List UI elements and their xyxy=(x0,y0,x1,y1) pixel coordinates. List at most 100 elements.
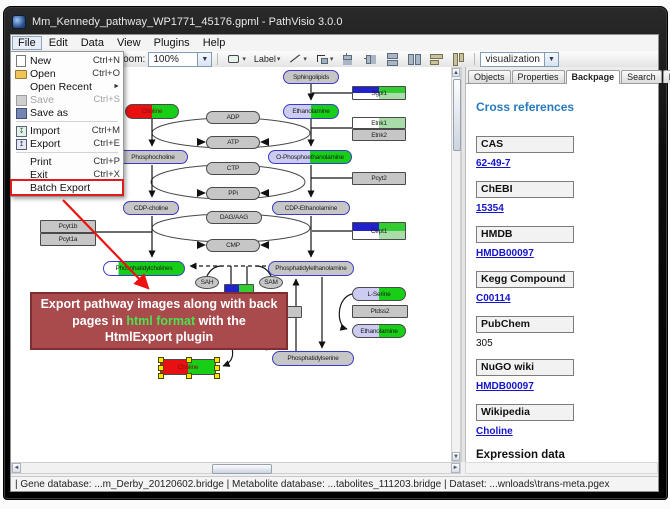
selection-handle[interactable] xyxy=(158,365,164,371)
pathway-node-sgpl1[interactable]: Sgpl1 xyxy=(352,86,406,100)
menu-plugins[interactable]: Plugins xyxy=(148,36,196,50)
tab-search[interactable]: Search xyxy=(621,70,662,83)
selection-handle[interactable] xyxy=(186,373,192,379)
label-tool-label: Label xyxy=(254,54,276,64)
file-menu-item-open[interactable]: OpenCtrl+O xyxy=(12,67,122,80)
menu-edit[interactable]: Edit xyxy=(43,36,74,50)
xref-link[interactable]: HMDB00097 xyxy=(476,381,534,392)
pathway-node-choline[interactable]: Choline xyxy=(125,104,179,119)
file-menu-item-import[interactable]: ↧ImportCtrl+M xyxy=(12,124,122,137)
file-menu-item-save-as[interactable]: Save as xyxy=(12,106,122,119)
pathway-node-ptdss2[interactable]: Ptdss2 xyxy=(352,305,408,318)
scroll-right-button[interactable]: ► xyxy=(451,463,460,473)
tab-properties[interactable]: Properties xyxy=(512,70,565,83)
node-label: Ptdss2 xyxy=(371,308,390,315)
tab-objects[interactable]: Objects xyxy=(468,70,511,83)
connector-tool[interactable]: ▾ xyxy=(312,51,337,67)
common-height-tool[interactable] xyxy=(448,51,468,67)
xref-link[interactable]: 15354 xyxy=(476,203,504,214)
pathway-node-atp[interactable]: ATP xyxy=(206,136,260,149)
file-menu-item-batch-export[interactable]: Batch Export xyxy=(12,181,122,194)
pathway-node-ppi[interactable]: PPi xyxy=(206,187,260,200)
align-middle-tool[interactable] xyxy=(360,51,380,67)
file-menu-item-new[interactable]: NewCtrl+N xyxy=(12,54,122,67)
xref-link[interactable]: C00114 xyxy=(476,293,510,304)
pathway-node-pcyt1a[interactable]: Pcyt1a xyxy=(40,233,96,246)
side-panel-scroll-track[interactable] xyxy=(465,462,658,474)
tab-legend[interactable]: Legend xyxy=(663,70,670,83)
scroll-left-button[interactable]: ◄ xyxy=(12,463,21,473)
pathway-node-cdp-ethanolamine[interactable]: CDP-Ethanolamine xyxy=(272,201,350,215)
common-width-tool[interactable] xyxy=(426,51,446,67)
label-tool[interactable]: Label▾ xyxy=(251,51,284,67)
align-center-tool[interactable] xyxy=(338,51,358,67)
menu-data[interactable]: Data xyxy=(75,36,110,50)
node-label: Phosphatidylethanolamine xyxy=(275,265,346,272)
pathway-node-o-phosphoethanolamine[interactable]: O-Phosphoethanolamine xyxy=(268,150,352,164)
pathway-node-ctp[interactable]: CTP xyxy=(206,162,260,175)
pathway-node-ethanolamine-2[interactable]: Ethanolamine xyxy=(352,324,406,338)
pathway-node-sphingolipids[interactable]: Sphingolipids xyxy=(283,70,339,84)
pathway-node-pcyt1b[interactable]: Pcyt1b xyxy=(40,220,96,233)
pathway-edge xyxy=(197,138,206,146)
menu-file[interactable]: File xyxy=(12,36,42,50)
pathway-node-pcyt2[interactable]: Pcyt2 xyxy=(352,172,406,185)
stack-vertical-tool[interactable] xyxy=(382,51,402,67)
selection-handle[interactable] xyxy=(214,373,220,379)
menu-view[interactable]: View xyxy=(111,36,147,50)
pathway-node-phosphatidylcholines[interactable]: Phosphatidylcholines xyxy=(103,261,185,276)
selection-handle[interactable] xyxy=(214,365,220,371)
file-menu-item-print[interactable]: PrintCtrl+P xyxy=(12,155,122,168)
xref-link[interactable]: Choline xyxy=(476,426,513,437)
pathway-node-cdp-choline[interactable]: CDP-choline xyxy=(123,201,179,215)
pathway-node-choline-selected[interactable]: Choline xyxy=(160,359,216,375)
file-menu-item-export[interactable]: ↥ExportCtrl+E xyxy=(12,137,122,150)
selection-handle[interactable] xyxy=(158,357,164,363)
xref-link[interactable]: 62-49-7 xyxy=(476,158,510,169)
pathway-node-phosphatidylethanolamine[interactable]: Phosphatidylethanolamine xyxy=(268,261,354,276)
scroll-up-button[interactable]: ▲ xyxy=(452,68,460,77)
scroll-thumb[interactable] xyxy=(453,79,461,151)
file-menu-item-exit[interactable]: ExitCtrl+X xyxy=(12,168,122,181)
menu-item-label: Batch Export xyxy=(30,182,116,194)
pathway-node-gene-stub[interactable] xyxy=(286,306,302,318)
node-label: Pcyt2 xyxy=(371,175,386,182)
pathway-node-phosphatidylserine[interactable]: Phosphatidylserine xyxy=(272,351,354,366)
pathway-node-etnk2[interactable]: Etnk2 xyxy=(352,129,406,141)
pathway-node-sam[interactable]: SAM xyxy=(259,276,283,289)
new-datanode-tool[interactable]: ▾ xyxy=(224,51,249,67)
chevron-down-icon[interactable]: ▾ xyxy=(277,55,281,63)
xref-link[interactable]: HMDB00097 xyxy=(476,248,534,259)
selection-handle[interactable] xyxy=(214,357,220,363)
tab-backpage[interactable]: Backpage xyxy=(566,70,621,84)
pathway-node-dag[interactable]: DAG/AAG xyxy=(206,211,262,224)
pathway-node-l-serine[interactable]: L-Serine xyxy=(352,287,406,301)
file-menu-item-open-recent[interactable]: Open Recent► xyxy=(12,80,122,93)
canvas-vertical-scrollbar[interactable]: ▲ ▼ xyxy=(451,67,461,462)
stack-horizontal-tool[interactable] xyxy=(404,51,424,67)
scroll-thumb[interactable] xyxy=(212,464,272,474)
chevron-down-icon[interactable]: ▼ xyxy=(544,53,558,66)
selection-handle[interactable] xyxy=(186,357,192,363)
menu-help[interactable]: Help xyxy=(197,36,232,50)
chevron-down-icon[interactable]: ▼ xyxy=(197,53,211,66)
pathway-node-sah[interactable]: SAH xyxy=(195,276,219,289)
line-tool[interactable]: ▾ xyxy=(285,51,310,67)
zoom-combobox[interactable]: 100% ▼ xyxy=(148,52,212,67)
selection-handle[interactable] xyxy=(158,373,164,379)
chevron-down-icon[interactable]: ▾ xyxy=(242,55,246,63)
pathway-node-adp[interactable]: ADP xyxy=(206,111,260,124)
pathway-node-ethanolamine[interactable]: Ethanolamine xyxy=(283,104,339,119)
pathway-edge xyxy=(197,189,206,197)
canvas-horizontal-scrollbar[interactable]: ◄ ► xyxy=(11,462,461,474)
visualization-combobox[interactable]: visualization ▼ xyxy=(480,52,558,67)
menu-item-label: Open Recent xyxy=(30,81,109,93)
pathway-node-etnk1[interactable]: Etnk1 xyxy=(352,117,406,129)
pathway-edge xyxy=(260,189,269,197)
pathway-node-cept1[interactable]: Cept1 xyxy=(352,222,406,240)
pathway-node-cmp[interactable]: CMP xyxy=(206,239,260,252)
chevron-down-icon[interactable]: ▾ xyxy=(330,55,334,63)
chevron-down-icon[interactable]: ▾ xyxy=(303,55,307,63)
scroll-down-button[interactable]: ▼ xyxy=(452,452,460,461)
pathway-node-phosphocholine[interactable]: Phosphocholine xyxy=(118,150,188,164)
